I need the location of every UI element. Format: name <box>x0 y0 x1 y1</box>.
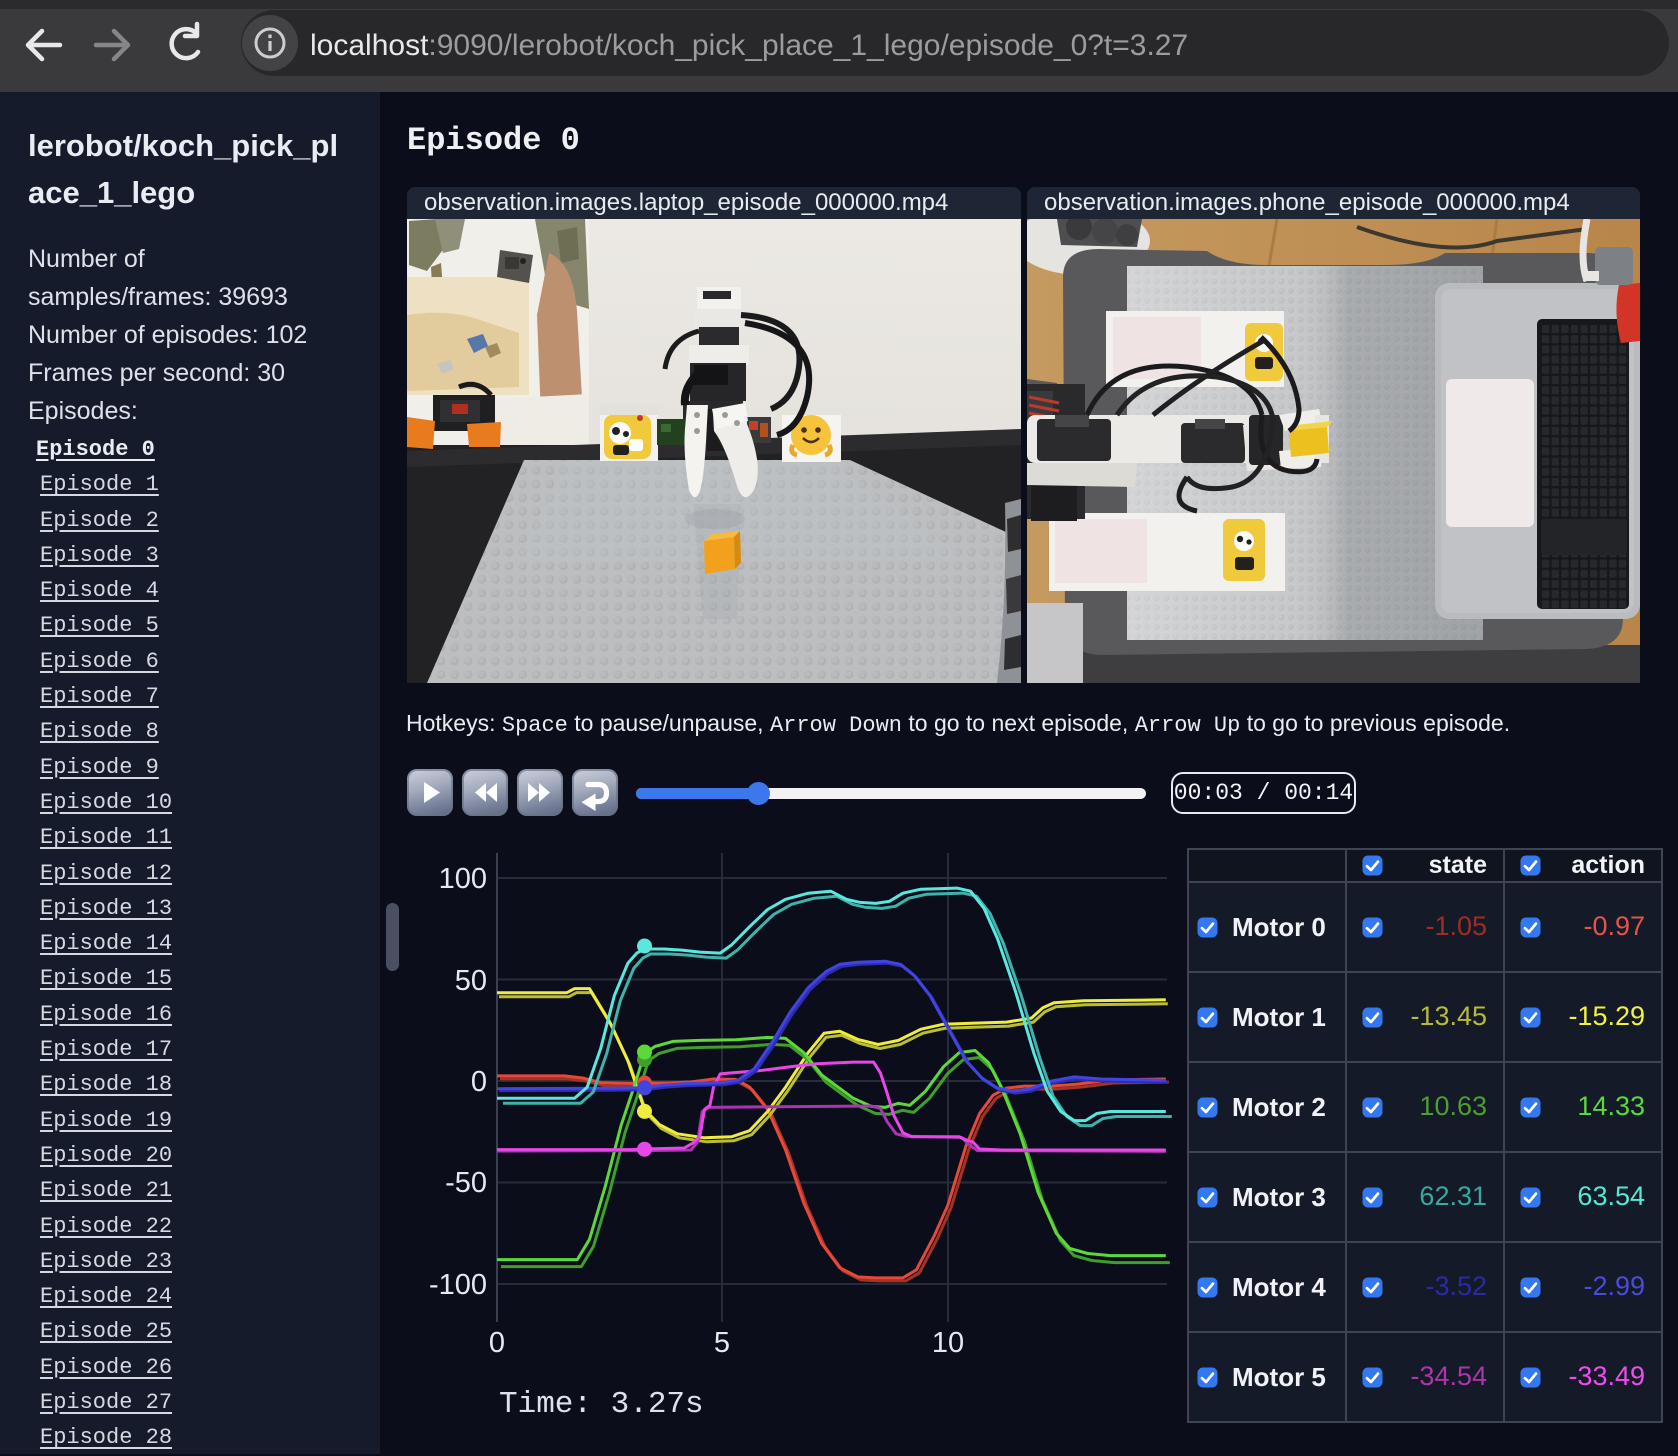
svg-text:0: 0 <box>471 1066 487 1098</box>
svg-text:10: 10 <box>932 1327 964 1359</box>
svg-text:100: 100 <box>439 863 487 895</box>
svg-text:0: 0 <box>489 1327 505 1359</box>
svg-text:-50: -50 <box>445 1167 487 1199</box>
svg-text:50: 50 <box>455 965 487 997</box>
svg-text:5: 5 <box>714 1327 730 1359</box>
svg-text:-100: -100 <box>429 1269 487 1301</box>
